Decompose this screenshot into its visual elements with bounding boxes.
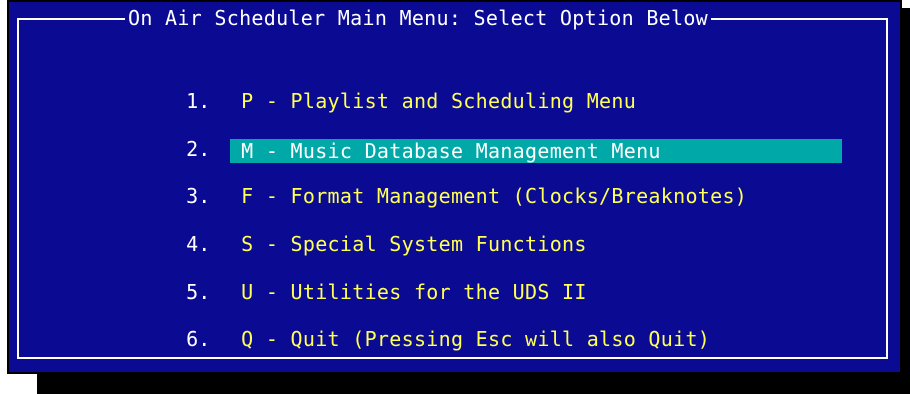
menu-item-label: Q - Quit (Pressing Esc will also Quit) [241,327,711,351]
menu-item-playlist[interactable]: 1. P - Playlist and Scheduling Menu [138,56,636,113]
menu-item-quit[interactable]: 6. Q - Quit (Pressing Esc will also Quit) [138,294,710,351]
menu-title: On Air Scheduler Main Menu: Select Optio… [125,7,712,29]
menu-item-special-functions[interactable]: 4. S - Special System Functions [138,199,587,256]
menu-item-utilities[interactable]: 5. U - Utilities for the UDS II [138,247,587,304]
dos-menu-window: On Air Scheduler Main Menu: Select Optio… [7,0,902,374]
menu-item-music-database[interactable]: 2. M - Music Database Management Menu [138,104,843,163]
window-shadow-bottom [37,374,910,394]
menu-item-format-management[interactable]: 3. F - Format Management (Clocks/Breaknot… [138,151,747,208]
window-shadow-right [902,8,910,374]
menu-item-number: 6. [186,327,211,351]
